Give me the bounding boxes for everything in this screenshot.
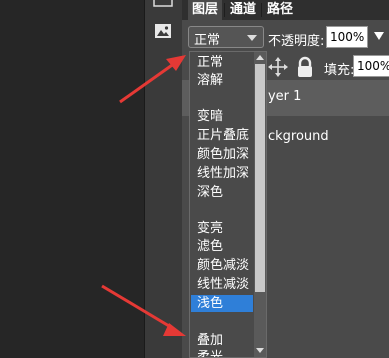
tab-paths[interactable]: 路径 [263, 0, 297, 20]
lock-icon[interactable] [296, 56, 314, 82]
blend-opacity-row: 正常 不透明度: 100% [182, 24, 389, 50]
dropdown-item-highlighted[interactable]: 浅色 [191, 295, 253, 312]
chevron-down-icon [247, 35, 257, 41]
dropdown-item[interactable]: 溶解 [191, 72, 253, 89]
dropdown-item[interactable]: 深色 [191, 184, 253, 201]
image-icon[interactable] [151, 21, 175, 43]
css-icon[interactable] [151, 0, 175, 14]
canvas-area [0, 0, 144, 358]
blend-mode-value: 正常 [194, 33, 221, 48]
move-lock-icon[interactable] [268, 57, 288, 81]
dropdown-item[interactable]: 正常 [191, 54, 253, 71]
layer-name: ackground [260, 129, 329, 144]
side-toolstrip [144, 0, 183, 358]
fill-input[interactable]: 100% [353, 55, 389, 77]
blend-mode-dropdown: 正常 溶解 变暗 正片叠底 颜色加深 线性加深 深色 变亮 滤色 颜色减淡 线性… [189, 51, 267, 358]
tab-divider [224, 3, 225, 17]
dropdown-item[interactable]: 变亮 [191, 220, 253, 237]
dropdown-item[interactable]: 柔光 [191, 349, 253, 357]
tab-divider [261, 3, 262, 17]
tab-channels[interactable]: 通道 [226, 0, 260, 20]
scroll-down-icon[interactable] [256, 348, 264, 353]
scrollbar-thumb[interactable] [255, 64, 265, 292]
dropdown-item[interactable]: 叠加 [191, 332, 253, 349]
dropdown-item[interactable]: 线性加深 [191, 165, 253, 182]
dropdown-item[interactable]: 正片叠底 [191, 127, 253, 144]
dropdown-item[interactable]: 线性减淡 [191, 276, 253, 293]
scroll-up-icon[interactable] [256, 55, 264, 60]
app-root: 图层 通道 路径 正常 不透明度: 100% 填充: 100% ayer 1 a… [0, 0, 389, 358]
opacity-label: 不透明度: [268, 34, 325, 49]
opacity-input[interactable]: 100% [326, 26, 368, 48]
blend-mode-select[interactable]: 正常 [188, 26, 264, 48]
dropdown-scrollbar[interactable] [254, 52, 266, 357]
tab-layers[interactable]: 图层 [188, 0, 223, 20]
dropdown-item[interactable]: 颜色减淡 [191, 257, 253, 274]
dropdown-item[interactable]: 滤色 [191, 238, 253, 255]
fill-label: 填充: [324, 63, 355, 78]
dropdown-item[interactable]: 变暗 [191, 108, 253, 125]
dropdown-item[interactable]: 颜色加深 [191, 146, 253, 163]
panel-tabs: 图层 通道 路径 [182, 0, 389, 20]
opacity-dropdown-icon[interactable] [374, 32, 384, 40]
